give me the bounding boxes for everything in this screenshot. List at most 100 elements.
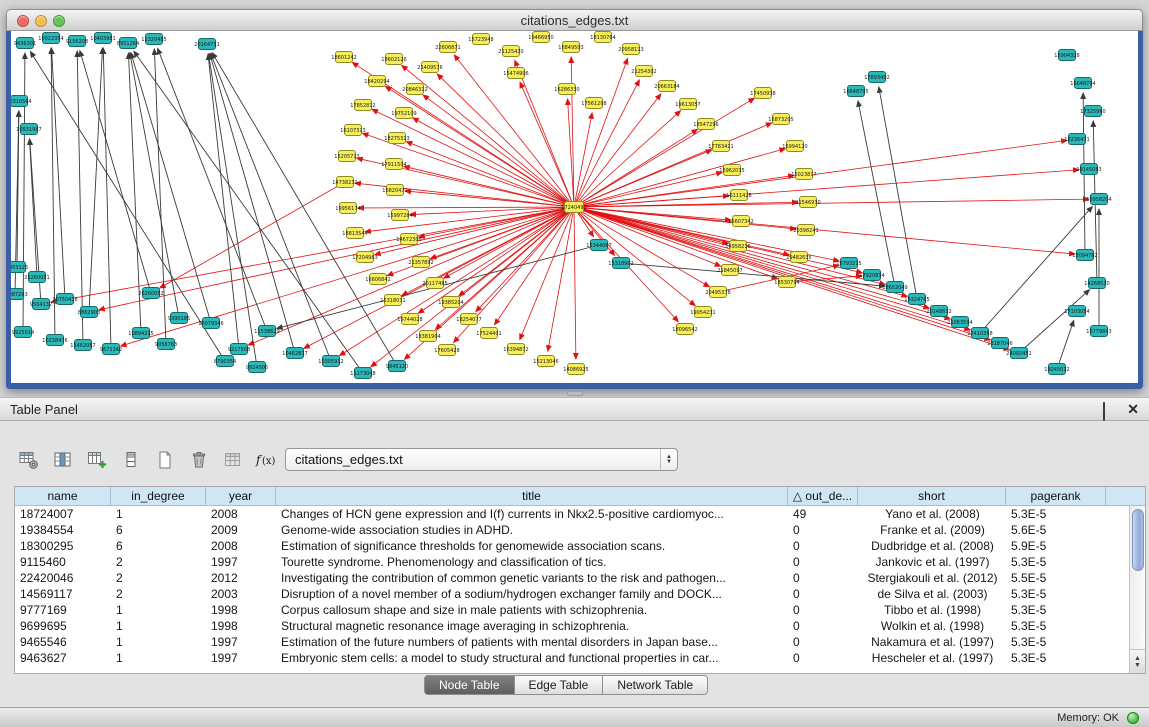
graph-node[interactable]: 15997284 (387, 210, 412, 221)
function-builder-icon[interactable]: f(x) (254, 447, 280, 473)
graph-node[interactable]: 19613057 (675, 99, 700, 110)
graph-node[interactable]: 13094762 (1072, 250, 1097, 261)
graph-node[interactable]: 15205713 (334, 151, 359, 162)
graph-edge[interactable] (208, 54, 239, 349)
graph-node[interactable]: 18652049 (882, 282, 907, 293)
graph-node[interactable]: 9845120 (386, 361, 408, 372)
table-row[interactable]: 969969511998Structural magnetic resonanc… (15, 618, 1131, 634)
graph-edge[interactable] (476, 207, 574, 312)
table-cell[interactable]: Wolkin et al. (1998) (858, 618, 1006, 634)
graph-node[interactable]: 19956174 (335, 203, 360, 214)
graph-node[interactable]: 8790354 (214, 356, 236, 367)
graph-node[interactable]: 20495378 (705, 287, 730, 298)
table-cell[interactable]: 1 (111, 650, 206, 666)
graph-edge[interactable] (211, 53, 331, 361)
graph-node[interactable]: 17561208 (581, 98, 606, 109)
graph-edge[interactable] (130, 53, 179, 318)
graph-node[interactable]: 18420294 (364, 76, 389, 87)
close-panel-icon[interactable]: ✕ (1127, 401, 1139, 417)
graph-node[interactable]: 8862903 (78, 307, 100, 318)
graph-node[interactable]: 9217508 (228, 344, 250, 355)
graph-edge[interactable] (404, 166, 574, 207)
graph-edge[interactable] (51, 207, 574, 302)
table-cell[interactable]: 2 (111, 554, 206, 570)
table-cell[interactable]: 19384554 (15, 522, 111, 538)
graph-node[interactable]: 16648794 (1070, 78, 1095, 89)
scroll-up-button[interactable]: ▲ (1134, 655, 1141, 662)
table-cell[interactable]: 1 (111, 506, 206, 522)
graph-edge[interactable] (495, 207, 574, 325)
graph-canvas[interactable]: 1724049118602126184202941785281216107313… (11, 31, 1138, 383)
graph-edge[interactable] (430, 207, 574, 259)
table-scrollbar[interactable]: ▲ ▼ (1129, 506, 1145, 673)
table-cell[interactable]: Genome-wide association studies in ADHD. (276, 522, 788, 538)
table-cell[interactable]: 9699695 (15, 618, 111, 634)
column-header-pagerank[interactable]: pagerank (1006, 487, 1106, 506)
table-cell[interactable]: 0 (788, 650, 858, 666)
graph-node[interactable]: 14086925 (563, 364, 588, 375)
graph-node[interactable]: 11320485 (141, 34, 166, 45)
table-cell[interactable]: 5.9E-5 (1006, 538, 1106, 554)
table-cell[interactable]: 1 (111, 602, 206, 618)
graph-edge[interactable] (406, 142, 574, 207)
import-table-icon[interactable] (220, 447, 246, 473)
table-cell[interactable]: 5.6E-5 (1006, 522, 1106, 538)
table-cell[interactable]: 9465546 (15, 634, 111, 650)
graph-node[interactable]: 18254077 (456, 314, 481, 325)
graph-node[interactable]: 17325960 (1080, 106, 1105, 117)
table-cell[interactable]: Embryonic stem cells: a model to study s… (276, 650, 788, 666)
graph-node[interactable]: 9671342 (100, 344, 122, 355)
graph-edge[interactable] (1019, 290, 1090, 353)
table-cell[interactable]: 1 (111, 634, 206, 650)
graph-node[interactable]: 9436301 (14, 38, 36, 49)
scrollbar-thumb[interactable] (1132, 509, 1144, 571)
table-cell[interactable]: 5.3E-5 (1006, 618, 1106, 634)
scroll-down-button[interactable]: ▼ (1134, 662, 1141, 669)
graph-node[interactable]: 19482635 (786, 252, 811, 263)
graph-node[interactable]: 15318031 (380, 295, 405, 306)
graph-node[interactable]: 9924506 (246, 362, 268, 373)
graph-node[interactable]: 16779843 (1086, 326, 1111, 337)
table-cell[interactable]: 14569117 (15, 586, 111, 602)
table-cell[interactable]: 49 (788, 506, 858, 522)
graph-node[interactable]: 16793215 (836, 258, 861, 269)
graph-node[interactable]: 21063594 (947, 317, 972, 328)
tab-edge-table[interactable]: Edge Table (515, 675, 604, 695)
table-cell[interactable]: Tibbo et al. (1998) (858, 602, 1006, 618)
table-cell[interactable]: 6 (111, 522, 206, 538)
delete-table-icon[interactable] (186, 447, 212, 473)
graph-node[interactable]: 19324765 (904, 294, 929, 305)
table-cell[interactable]: 6 (111, 538, 206, 554)
table-cell[interactable]: Jankovic et al. (1997) (858, 554, 1006, 570)
graph-node[interactable]: 20164731 (194, 39, 219, 50)
graph-node[interactable]: 21357892 (408, 257, 433, 268)
graph-node[interactable]: 16849503 (558, 42, 583, 53)
graph-edge[interactable] (77, 51, 83, 345)
graph-node[interactable]: 11538629 (254, 326, 279, 337)
graph-node[interactable]: 20117465 (422, 278, 447, 289)
graph-node[interactable]: 15023817 (791, 169, 816, 180)
graph-node[interactable]: 19385204 (438, 297, 463, 308)
table-cell[interactable]: 9463627 (15, 650, 111, 666)
graph-node[interactable]: 20148632 (926, 306, 951, 317)
graph-edge[interactable] (574, 129, 698, 207)
graph-node[interactable]: 19744028 (397, 314, 422, 325)
table-cell[interactable]: de Silva et al. (2003) (858, 586, 1006, 602)
network-graph[interactable]: 1724049118602126184202941785281216107313… (11, 31, 1138, 383)
graph-node[interactable]: 19145083 (1076, 164, 1101, 175)
table-cell[interactable]: Investigating the contribution of common… (276, 570, 788, 586)
tab-node-table[interactable]: Node Table (424, 675, 515, 695)
table-cell[interactable]: Estimation of significance thresholds fo… (276, 538, 788, 554)
graph-node[interactable]: 26260052 (138, 288, 163, 299)
table-cell[interactable]: 0 (788, 522, 858, 538)
table-cell[interactable]: 1 (111, 618, 206, 634)
graph-node[interactable]: 14672308 (396, 234, 421, 245)
graph-node[interactable]: 18602126 (381, 54, 406, 65)
graph-node[interactable]: 14958216 (725, 241, 750, 252)
graph-edge[interactable] (574, 140, 1067, 207)
table-cell[interactable]: 5.3E-5 (1006, 650, 1106, 666)
graph-edge[interactable] (444, 207, 574, 278)
graph-node[interactable]: 8951264 (117, 38, 139, 49)
graph-node[interactable]: 9504132 (30, 299, 52, 310)
table-cell[interactable]: 0 (788, 554, 858, 570)
